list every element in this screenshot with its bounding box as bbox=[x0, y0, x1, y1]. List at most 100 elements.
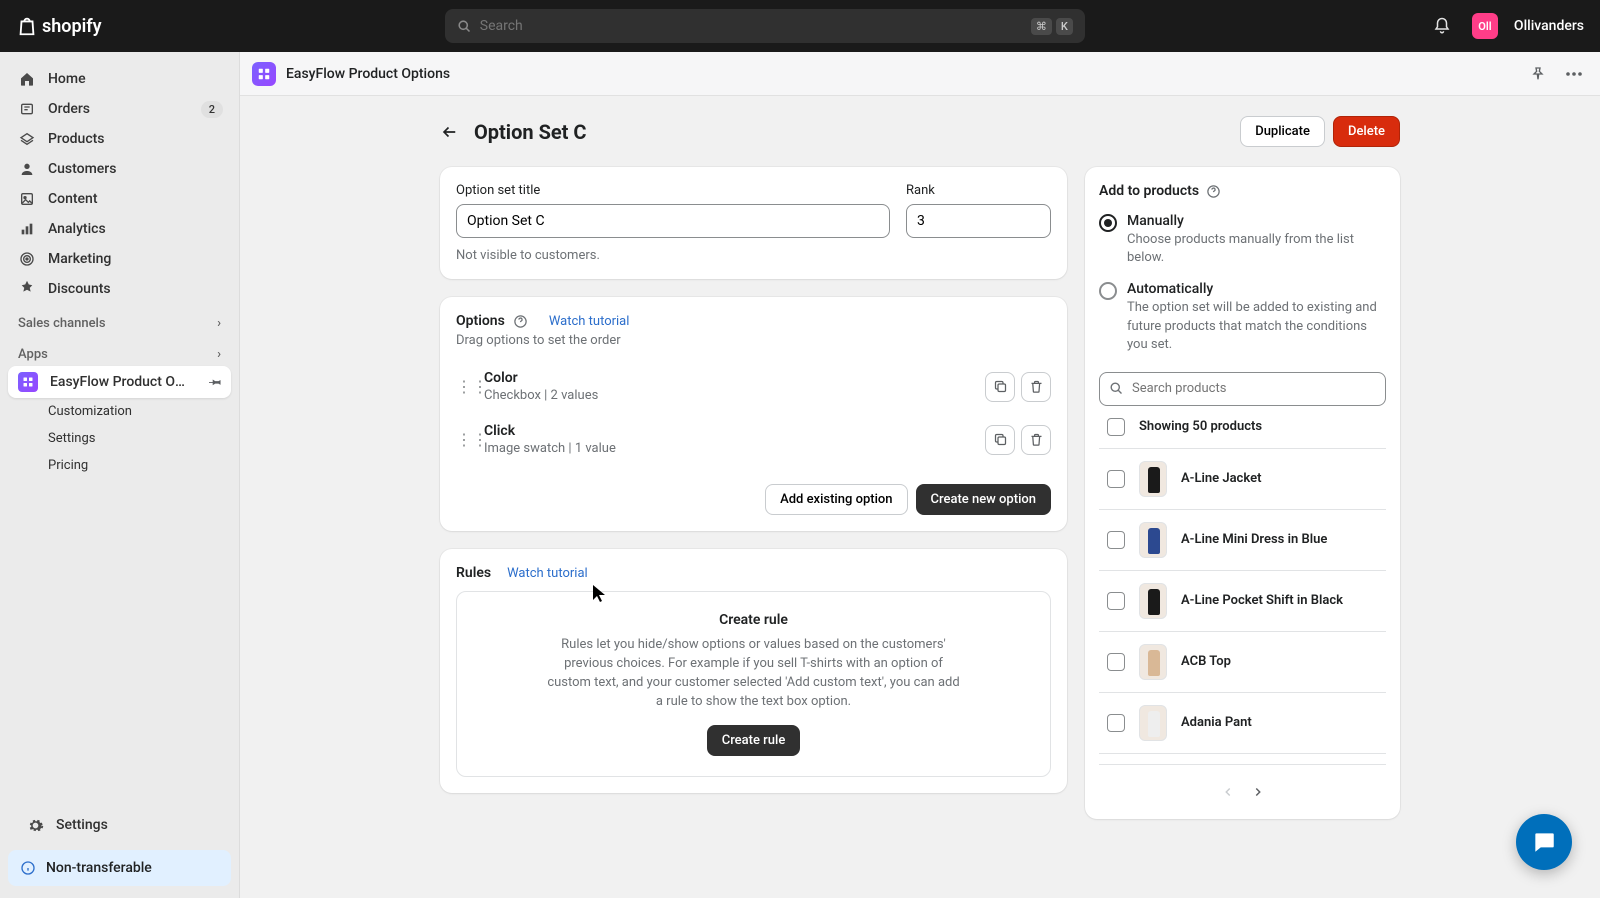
nav-orders[interactable]: Orders 2 bbox=[8, 94, 231, 124]
copy-icon bbox=[993, 379, 1008, 394]
option-row[interactable]: ⋮⋮ Click Image swatch | 1 value bbox=[456, 413, 1051, 466]
product-thumbnail bbox=[1139, 522, 1167, 558]
nav-settings[interactable]: Settings bbox=[16, 810, 223, 840]
topbar: shopify ⌘ K Oll Ollivanders bbox=[0, 0, 1600, 52]
product-row[interactable]: A-Line Mini Dress in Blue bbox=[1099, 510, 1386, 571]
create-new-option-button[interactable]: Create new option bbox=[916, 484, 1051, 515]
chevron-right-icon: › bbox=[217, 347, 221, 362]
nav-label: Home bbox=[48, 71, 86, 87]
product-checkbox[interactable] bbox=[1107, 470, 1125, 488]
radio-label: Manually bbox=[1127, 213, 1386, 229]
rules-card: Rules Watch tutorial Create rule Rules l… bbox=[440, 549, 1067, 793]
delete-option-button[interactable] bbox=[1021, 372, 1051, 402]
delete-option-button[interactable] bbox=[1021, 425, 1051, 455]
nav-analytics[interactable]: Analytics bbox=[8, 214, 231, 244]
radio-desc: The option set will be added to existing… bbox=[1127, 299, 1386, 354]
product-row[interactable]: ACB Top bbox=[1099, 632, 1386, 693]
bell-icon bbox=[1433, 17, 1451, 35]
non-transferable-banner: Non-transferable bbox=[8, 850, 231, 886]
product-checkbox[interactable] bbox=[1107, 714, 1125, 732]
discounts-icon bbox=[18, 280, 36, 298]
main-content: Option Set C Duplicate Delete Option set… bbox=[240, 96, 1600, 898]
duplicate-option-button[interactable] bbox=[985, 372, 1015, 402]
nav-products[interactable]: Products bbox=[8, 124, 231, 154]
product-search-input[interactable] bbox=[1099, 372, 1386, 406]
product-row[interactable]: A-Line Pocket Shift in Black bbox=[1099, 571, 1386, 632]
nav-app-easyflow[interactable]: EasyFlow Product Op… bbox=[8, 366, 231, 398]
title-input[interactable] bbox=[456, 204, 890, 238]
drag-handle-icon[interactable]: ⋮⋮ bbox=[456, 430, 472, 449]
chevron-right-icon: › bbox=[217, 316, 221, 331]
select-all-checkbox[interactable] bbox=[1107, 418, 1125, 436]
product-name: A-Line Mini Dress in Blue bbox=[1181, 532, 1327, 547]
pin-app-button[interactable] bbox=[1524, 60, 1552, 88]
option-meta: Image swatch | 1 value bbox=[484, 441, 973, 456]
help-icon[interactable] bbox=[1205, 183, 1221, 199]
radio-input[interactable] bbox=[1099, 214, 1117, 232]
nav-discounts[interactable]: Discounts bbox=[8, 274, 231, 304]
nav-label: Content bbox=[48, 191, 98, 207]
help-icon[interactable] bbox=[513, 313, 529, 329]
watch-tutorial-link[interactable]: Watch tutorial bbox=[549, 314, 630, 329]
title-label: Option set title bbox=[456, 183, 890, 198]
rule-box-desc: Rules let you hide/show options or value… bbox=[544, 636, 964, 711]
next-page-button[interactable] bbox=[1243, 777, 1273, 807]
radio-input[interactable] bbox=[1099, 282, 1117, 300]
global-search[interactable]: ⌘ K bbox=[445, 9, 1085, 43]
search-input[interactable] bbox=[480, 18, 1023, 34]
user-avatar[interactable]: Oll bbox=[1472, 13, 1498, 39]
product-checkbox[interactable] bbox=[1107, 531, 1125, 549]
add-existing-option-button[interactable]: Add existing option bbox=[765, 484, 907, 515]
dots-icon bbox=[1566, 72, 1582, 76]
nav-app-customization[interactable]: Customization bbox=[8, 398, 231, 425]
brand-logo[interactable]: shopify bbox=[16, 15, 102, 37]
nav-sales-channels[interactable]: Sales channels › bbox=[0, 304, 239, 335]
product-checkbox[interactable] bbox=[1107, 653, 1125, 671]
create-rule-button[interactable]: Create rule bbox=[707, 725, 801, 756]
options-card: Options Watch tutorial Drag options to s… bbox=[440, 297, 1067, 531]
app-title: EasyFlow Product Options bbox=[286, 66, 450, 82]
radio-manual[interactable]: Manually Choose products manually from t… bbox=[1099, 209, 1386, 277]
nav-home[interactable]: Home bbox=[8, 64, 231, 94]
option-name: Click bbox=[484, 423, 973, 439]
radio-auto[interactable]: Automatically The option set will be add… bbox=[1099, 277, 1386, 364]
more-actions-button[interactable] bbox=[1560, 60, 1588, 88]
rank-input[interactable] bbox=[906, 204, 1051, 238]
options-title: Options bbox=[456, 313, 505, 329]
product-row[interactable]: Adania Pant bbox=[1099, 693, 1386, 754]
nav-app-settings[interactable]: Settings bbox=[8, 425, 231, 452]
product-thumbnail bbox=[1139, 644, 1167, 680]
product-row[interactable]: A-Line Jacket bbox=[1099, 449, 1386, 510]
delete-button[interactable]: Delete bbox=[1333, 116, 1400, 147]
notifications-button[interactable] bbox=[1428, 12, 1456, 40]
product-thumbnail bbox=[1139, 705, 1167, 741]
chevron-right-icon bbox=[1251, 785, 1265, 799]
nav-customers[interactable]: Customers bbox=[8, 154, 231, 184]
product-checkbox[interactable] bbox=[1107, 592, 1125, 610]
add-to-products-card: Add to products Manually Choose products… bbox=[1085, 167, 1400, 819]
drag-handle-icon[interactable]: ⋮⋮ bbox=[456, 377, 472, 396]
prev-page-button[interactable] bbox=[1213, 777, 1243, 807]
option-row[interactable]: ⋮⋮ Color Checkbox | 2 values bbox=[456, 360, 1051, 413]
product-search[interactable] bbox=[1099, 372, 1386, 406]
showing-count: Showing 50 products bbox=[1139, 419, 1262, 434]
page-title: Option Set C bbox=[474, 120, 587, 144]
back-button[interactable] bbox=[440, 122, 460, 142]
app-header: EasyFlow Product Options bbox=[240, 52, 1600, 96]
nav-app-pricing[interactable]: Pricing bbox=[8, 452, 231, 479]
pin-icon[interactable] bbox=[209, 375, 223, 389]
app-icon bbox=[18, 372, 38, 392]
pagination bbox=[1099, 764, 1386, 807]
nav-marketing[interactable]: Marketing bbox=[8, 244, 231, 274]
nav-label: Marketing bbox=[48, 251, 111, 267]
duplicate-button[interactable]: Duplicate bbox=[1240, 116, 1325, 147]
duplicate-option-button[interactable] bbox=[985, 425, 1015, 455]
username[interactable]: Ollivanders bbox=[1514, 18, 1584, 34]
nav-content[interactable]: Content bbox=[8, 184, 231, 214]
chat-fab[interactable] bbox=[1516, 814, 1572, 870]
watch-tutorial-link[interactable]: Watch tutorial bbox=[507, 566, 588, 581]
orders-badge: 2 bbox=[201, 101, 223, 118]
trash-icon bbox=[1029, 432, 1044, 447]
nav-apps[interactable]: Apps › bbox=[0, 335, 239, 366]
side-title: Add to products bbox=[1099, 183, 1199, 199]
